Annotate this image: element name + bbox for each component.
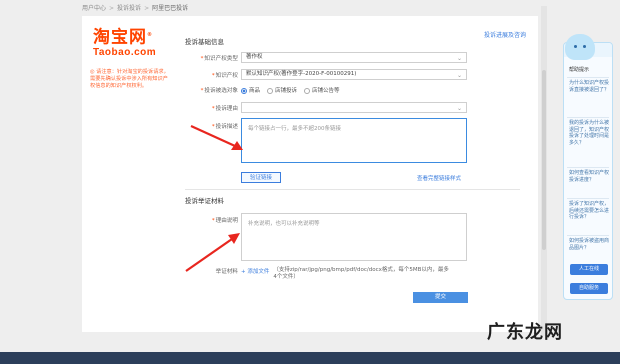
section-evidence-title: 投诉举证材料 (185, 197, 224, 205)
logo-cn-text: 淘宝网 (93, 27, 147, 48)
ip-right-row: *知识产权 默认知识产权(著作登字-2020-F-00100291) ⌄ (194, 69, 467, 80)
attach-hint: （支持zip/rar/jpg/png/bmp/pdf/doc/docx格式，每个… (273, 267, 449, 280)
section-basic-title: 投诉基础信息 (185, 38, 224, 46)
logo-reg-mark: ® (147, 32, 153, 38)
submit-button[interactable]: 提交 (413, 292, 468, 303)
help-question[interactable]: 如何查看知识产权投诉进度？ (569, 170, 609, 183)
object-radio-group: 商品 店铺投诉 店铺公告等 (241, 86, 340, 94)
help-panel: 帮助提示 为什么知识产权投诉直接被退回了？ 我的投诉为什么被退回了，知识产权投诉… (563, 42, 613, 300)
object-row: *投诉被选对象 商品 店铺投诉 店铺公告等 (200, 86, 340, 94)
object-label: 投诉被选对象 (204, 88, 238, 94)
panel-divider (567, 117, 609, 118)
reason-row: *投诉理由 ⌄ (194, 102, 467, 113)
reason-select[interactable]: ⌄ (241, 102, 467, 113)
red-arrow-annotation (185, 233, 240, 272)
robot-assistant-icon[interactable] (565, 34, 595, 60)
radio-checked-icon (241, 87, 247, 94)
red-arrow-annotation (190, 124, 243, 150)
complaint-form-card: 淘宝网® Taobao.com ◎ 请注意：针对淘宝的投诉请求，需要先确认投诉中… (82, 16, 538, 332)
help-question[interactable]: 为什么知识产权投诉直接被退回了？ (569, 80, 609, 93)
add-file-button[interactable]: + 添加文件 (241, 267, 269, 275)
footer-bar (0, 352, 620, 364)
help-question[interactable]: 如何投诉被盗用商品图片？ (569, 238, 609, 251)
help-question[interactable]: 投诉了知识产权，后续还需要怎么进行投诉？ (569, 201, 609, 221)
radio-unchecked-icon (304, 87, 311, 94)
breadcrumb: 用户中心 > 投诉投诉 > 阿里巴巴投诉 (82, 5, 189, 12)
complaint-progress-link[interactable]: 投诉进展及咨询 (484, 30, 526, 39)
chevron-down-icon: ⌄ (456, 72, 462, 79)
radio-unchecked-icon (267, 87, 274, 94)
verify-link-button[interactable]: 验证链接 (241, 172, 281, 183)
online-service-button[interactable]: 人工在线 (570, 264, 608, 275)
help-question[interactable]: 我的投诉为什么被退回了，知识产权投诉了处理时间是多久？ (569, 120, 609, 146)
reason-label: 投诉理由 (215, 105, 238, 112)
chevron-down-icon: ⌄ (456, 105, 462, 112)
radio-shop[interactable]: 店铺投诉 (267, 86, 297, 94)
panel-divider (567, 235, 609, 236)
ip-right-label: 知识产权 (215, 72, 238, 79)
taobao-logo: 淘宝网® Taobao.com (93, 26, 156, 58)
panel-divider (567, 167, 609, 168)
radio-goods[interactable]: 商品 (241, 86, 260, 94)
panel-divider (567, 198, 609, 199)
watermark-text: 广东龙网 (487, 322, 563, 343)
help-panel-title: 帮助提示 (569, 67, 590, 73)
view-example-link[interactable]: 查看完整链接样式 (417, 174, 461, 182)
evidence-label: 理由说明 (215, 218, 238, 224)
breadcrumb-complaint[interactable]: 投诉投诉 (117, 5, 141, 12)
notice-text: ◎ 请注意：针对淘宝的投诉请求，需要先确认投诉中涉入所有知识产权信息的知识产权权… (90, 69, 169, 90)
chevron-down-icon: ⌄ (456, 55, 462, 62)
desc-textarea[interactable]: 每个链接占一行，最多不超200条链接 (241, 118, 467, 163)
breadcrumb-user-center[interactable]: 用户中心 (82, 5, 106, 12)
ip-right-select[interactable]: 默认知识产权(著作登字-2020-F-00100291) ⌄ (241, 69, 467, 80)
evidence-textarea[interactable]: 补充说明，也可以补充说明等 (241, 213, 467, 261)
ip-type-label: 知识产权类型 (204, 55, 238, 62)
watermark: 广东龙网 (487, 318, 563, 344)
logo-en-text: Taobao.com (93, 46, 157, 58)
self-service-button[interactable]: 自助服务 (570, 283, 608, 294)
breadcrumb-current: 阿里巴巴投诉 (152, 5, 189, 12)
radio-announcement[interactable]: 店铺公告等 (304, 86, 340, 94)
ip-type-row: *知识产权类型 著作权 ⌄ (194, 52, 467, 63)
ip-type-select[interactable]: 著作权 ⌄ (241, 52, 467, 63)
scrollbar-thumb[interactable] (542, 70, 546, 250)
panel-divider (567, 77, 609, 78)
ip-right-value: 默认知识产权(著作登字-2020-F-00100291) (246, 71, 357, 77)
ip-type-value: 著作权 (246, 54, 263, 60)
section-divider (185, 189, 520, 190)
